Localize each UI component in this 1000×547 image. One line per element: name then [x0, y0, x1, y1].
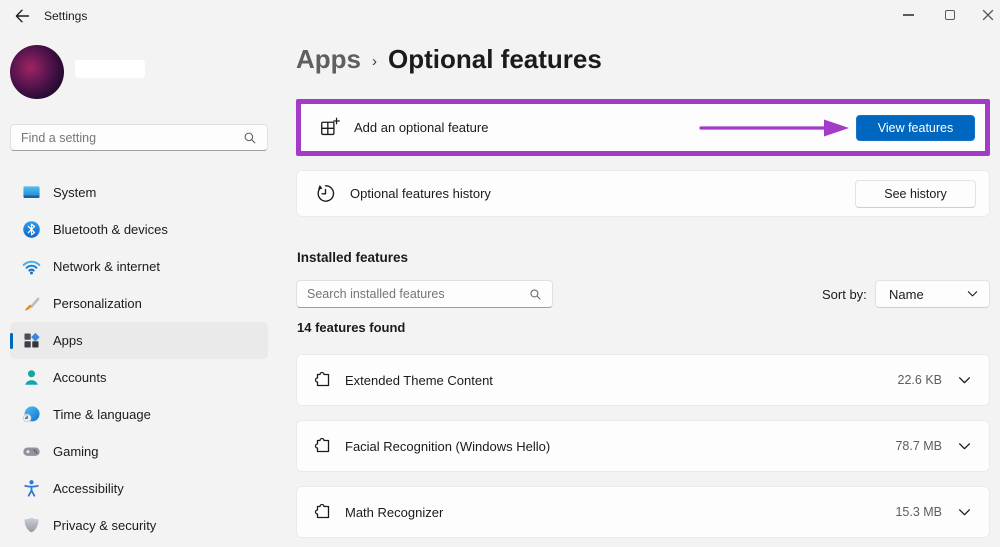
sidebar-item-label: Network & internet — [53, 259, 160, 274]
view-features-button[interactable]: View features — [856, 114, 975, 141]
sidebar-item-label: Apps — [53, 333, 83, 348]
network-icon — [22, 260, 41, 275]
sort-dropdown[interactable]: Name — [875, 280, 990, 308]
find-setting-searchbox[interactable] — [10, 124, 268, 151]
personalization-icon — [24, 297, 40, 311]
expand-row-button[interactable] — [958, 439, 972, 453]
gaming-icon — [23, 447, 40, 456]
installed-searchbox[interactable] — [296, 280, 553, 308]
sidebar-item-label: Accounts — [53, 370, 107, 385]
back-arrow-icon — [15, 9, 30, 23]
maximize-button[interactable] — [930, 0, 970, 30]
accessibility-icon — [24, 480, 39, 497]
expand-row-button[interactable] — [958, 505, 972, 519]
page-title: Optional features — [388, 44, 602, 74]
close-icon — [982, 9, 994, 21]
window-title: Settings — [44, 9, 88, 23]
sidebar-item-label: Bluetooth & devices — [53, 222, 168, 237]
user-avatar — [10, 45, 64, 99]
apps-icon — [24, 332, 40, 348]
puzzle-icon — [314, 371, 330, 387]
chevron-down-icon — [958, 442, 971, 449]
sidebar-item-privacy-security[interactable]: Privacy & security — [10, 507, 268, 544]
add-feature-icon — [321, 117, 340, 136]
minimize-button[interactable] — [888, 0, 928, 30]
user-name-redacted — [75, 60, 145, 78]
optional-features-history-card: Optional features history See history — [296, 170, 990, 217]
add-feature-label: Add an optional feature — [354, 120, 489, 135]
chevron-down-icon — [958, 508, 971, 515]
sidebar-item-personalization[interactable]: Personalization — [10, 285, 268, 322]
puzzle-icon — [314, 503, 330, 519]
sidebar-item-network-internet[interactable]: Network & internet — [10, 248, 268, 285]
sidebar-item-system[interactable]: System — [10, 174, 268, 211]
sidebar-item-label: Personalization — [53, 296, 142, 311]
sort-by-label: Sort by: — [822, 287, 867, 302]
feature-size: 15.3 MB — [895, 505, 942, 519]
sidebar-item-bluetooth-devices[interactable]: Bluetooth & devices — [10, 211, 268, 248]
see-history-button[interactable]: See history — [855, 179, 976, 208]
chevron-down-icon — [967, 291, 978, 297]
sidebar-nav: System Bluetooth & devices Network & int… — [0, 174, 280, 544]
installed-search-input[interactable] — [297, 281, 529, 307]
feature-size: 22.6 KB — [897, 373, 942, 387]
chevron-down-icon — [958, 376, 971, 383]
feature-name: Extended Theme Content — [345, 372, 493, 388]
feature-row-facial-recognition[interactable]: Facial Recognition (Windows Hello) 78.7 … — [296, 420, 990, 472]
installed-features-heading: Installed features — [297, 250, 409, 265]
sidebar-item-gaming[interactable]: Gaming — [10, 433, 268, 470]
back-button[interactable] — [13, 7, 31, 25]
history-label: Optional features history — [350, 186, 491, 201]
feature-row-math-recognizer[interactable]: Math Recognizer 15.3 MB — [296, 486, 990, 538]
breadcrumb-apps-link[interactable]: Apps — [296, 44, 361, 75]
bluetooth-icon — [23, 221, 40, 238]
time-language-icon — [22, 406, 40, 423]
find-setting-input[interactable] — [11, 125, 243, 150]
sidebar-item-accessibility[interactable]: Accessibility — [10, 470, 268, 507]
history-icon — [317, 184, 335, 202]
breadcrumb: Apps › Optional features — [296, 44, 602, 75]
sidebar-item-label: Gaming — [53, 444, 99, 459]
search-icon — [530, 288, 541, 300]
breadcrumb-separator: › — [372, 53, 377, 70]
sidebar-item-apps[interactable]: Apps — [10, 322, 268, 359]
sidebar-item-accounts[interactable]: Accounts — [10, 359, 268, 396]
close-button[interactable] — [968, 0, 1000, 30]
feature-size: 78.7 MB — [895, 439, 942, 453]
expand-row-button[interactable] — [958, 373, 972, 387]
puzzle-icon — [314, 437, 330, 453]
titlebar: Settings — [0, 0, 1000, 32]
privacy-security-icon — [24, 517, 39, 533]
sort-dropdown-value: Name — [889, 286, 924, 302]
sidebar-item-label: Accessibility — [53, 481, 124, 496]
sidebar-item-label: Time & language — [53, 407, 151, 422]
accounts-icon — [25, 370, 38, 385]
search-icon — [244, 132, 256, 143]
minimize-icon — [902, 14, 914, 16]
add-optional-feature-card: Add an optional feature View features — [296, 99, 990, 156]
feature-name: Facial Recognition (Windows Hello) — [345, 438, 551, 454]
feature-row-extended-theme-content[interactable]: Extended Theme Content 22.6 KB — [296, 354, 990, 406]
sidebar-item-label: System — [53, 185, 97, 200]
sidebar-item-label: Privacy & security — [53, 518, 157, 533]
system-icon — [23, 186, 40, 199]
sidebar-item-time-language[interactable]: Time & language — [10, 396, 268, 433]
feature-name: Math Recognizer — [345, 504, 444, 520]
maximize-icon — [945, 10, 955, 20]
features-count: 14 features found — [297, 320, 406, 335]
